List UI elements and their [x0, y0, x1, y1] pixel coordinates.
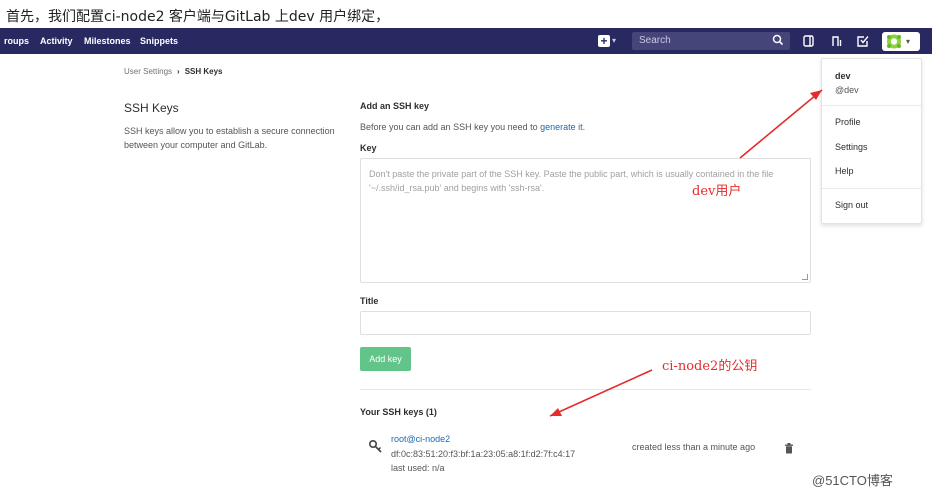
arrow-to-ssh-keys	[549, 369, 653, 417]
key-placeholder: Don't paste the private part of the SSH …	[369, 169, 774, 193]
trash-icon[interactable]	[784, 443, 794, 454]
ssh-keys-list-heading: Your SSH keys (1)	[360, 407, 437, 417]
key-textarea[interactable]: Don't paste the private part of the SSH …	[360, 158, 811, 283]
article-caption: 首先，我们配置ci-node2 客户端与GitLab 上dev 用户绑定，	[6, 9, 390, 25]
dropdown-item-help[interactable]: Help	[835, 166, 854, 176]
user-dropdown-menu: dev @dev Profile Settings Help Sign out	[821, 58, 922, 224]
search-input[interactable]: Search	[632, 32, 790, 50]
todos-icon[interactable]	[856, 34, 870, 48]
ssh-key-last-used: last used: n/a	[391, 463, 445, 473]
chevron-right-icon: ›	[177, 67, 180, 76]
search-icon	[772, 34, 784, 46]
dropdown-item-settings[interactable]: Settings	[835, 142, 868, 152]
arrow-to-dev-user	[739, 89, 823, 159]
section-title: SSH Keys	[124, 101, 179, 115]
dropdown-divider	[822, 188, 921, 189]
title-label: Title	[360, 296, 379, 306]
ssh-key-fingerprint: df:0c:83:51:20:f3:bf:1a:23:05:a8:1f:d2:7…	[391, 449, 576, 459]
resize-handle-icon[interactable]	[802, 274, 808, 280]
dropdown-divider	[822, 105, 921, 106]
merge-requests-icon[interactable]	[830, 34, 844, 48]
divider	[360, 389, 811, 390]
top-navbar: roups Activity Milestones Snippets + ▾ S…	[0, 28, 932, 54]
breadcrumb: User Settings › SSH Keys	[124, 67, 223, 76]
key-icon	[368, 439, 382, 453]
issues-icon[interactable]	[802, 34, 816, 48]
dropdown-user-name: dev	[835, 71, 851, 81]
avatar	[887, 34, 901, 49]
search-placeholder: Search	[639, 35, 671, 46]
plus-icon: +	[598, 35, 610, 47]
annotation-dev-user: dev用户	[692, 184, 742, 199]
key-label: Key	[360, 143, 377, 153]
arrowhead-icon	[550, 408, 562, 416]
breadcrumb-ssh-keys[interactable]: SSH Keys	[185, 67, 223, 76]
ssh-key-title-link[interactable]: root@ci-node2	[391, 434, 450, 444]
new-item-dropdown[interactable]: + ▾	[598, 34, 620, 48]
title-input[interactable]	[360, 311, 811, 335]
watermark: @51CTO博客	[812, 473, 893, 488]
nav-link-snippets[interactable]: Snippets	[140, 28, 178, 54]
section-description: SSH keys allow you to establish a secure…	[124, 126, 335, 150]
nav-link-groups[interactable]: roups	[4, 28, 29, 54]
add-ssh-key-intro: Before you can add an SSH key you need t…	[360, 122, 585, 132]
chevron-down-icon: ▾	[612, 36, 617, 45]
add-key-button[interactable]: Add key	[360, 347, 411, 371]
chevron-down-icon: ▾	[906, 37, 911, 46]
generate-it-link[interactable]: generate it.	[540, 122, 585, 132]
annotation-public-key: ci-node2的公钥	[662, 359, 758, 374]
nav-link-activity[interactable]: Activity	[40, 28, 73, 54]
add-ssh-key-heading: Add an SSH key	[360, 101, 430, 111]
dropdown-item-sign-out[interactable]: Sign out	[835, 200, 868, 210]
dropdown-user-handle: @dev	[835, 85, 859, 95]
ssh-key-created: created less than a minute ago	[632, 442, 756, 452]
breadcrumb-user-settings[interactable]: User Settings	[124, 67, 172, 76]
user-avatar-button[interactable]: ▾	[882, 32, 920, 51]
nav-link-milestones[interactable]: Milestones	[84, 28, 131, 54]
dropdown-item-profile[interactable]: Profile	[835, 117, 861, 127]
intro-text: Before you can add an SSH key you need t…	[360, 122, 541, 132]
